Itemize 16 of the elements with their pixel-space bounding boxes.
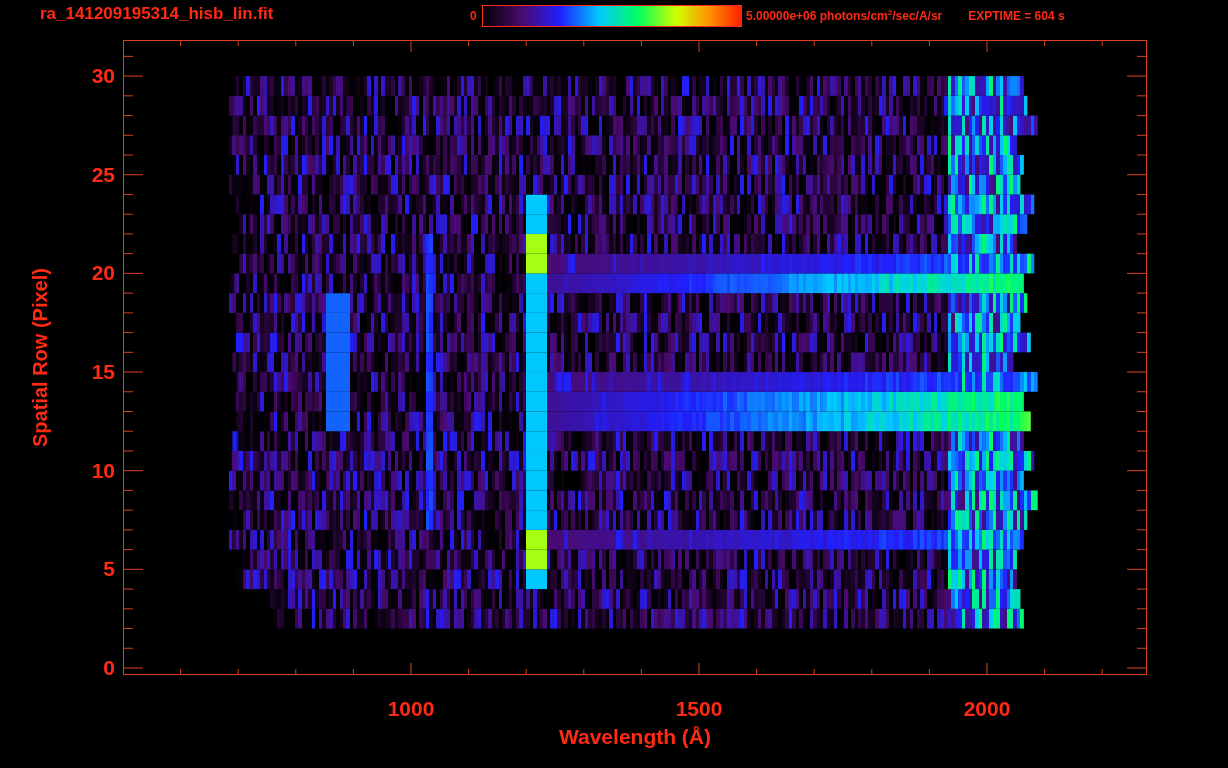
colorbar-max-label: 5.00000e+06 photons/cm$^{2}$/sec/A/sr [746, 9, 943, 23]
y-tick-label: 10 [91, 458, 115, 483]
y-tick-label: 20 [91, 261, 115, 286]
exposure-time: EXPTIME = 604 s [968, 9, 1065, 23]
y-tick-label: 5 [103, 557, 115, 582]
y-tick-label: 0 [103, 656, 115, 680]
y-tick-label: 25 [91, 162, 115, 187]
y-tick-label: 15 [91, 360, 115, 385]
x-axis-title: Wavelength (Å) [558, 725, 712, 749]
y-tick-label: 30 [91, 64, 115, 89]
x-tick-label: 2000 [963, 697, 1011, 721]
x-tick-label: 1500 [675, 697, 723, 721]
colorbar-min-label: 0 [470, 9, 478, 23]
y-axis-title: Spatial Row (Pixel) [28, 268, 52, 447]
x-tick-label: 1000 [387, 697, 435, 721]
plot-title: ra_141209195314_hisb_lin.fit [40, 4, 275, 24]
